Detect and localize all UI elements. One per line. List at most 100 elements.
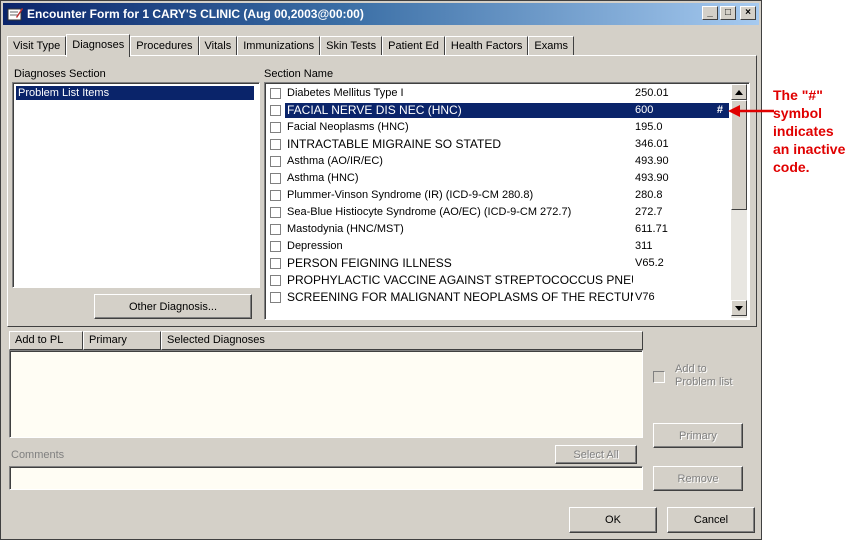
- remove-button[interactable]: Remove: [653, 466, 743, 491]
- section-list-item[interactable]: Asthma (HNC) 493.90: [267, 170, 729, 187]
- section-name-label: Section Name: [264, 68, 334, 80]
- section-list-scrollbar[interactable]: [731, 84, 747, 318]
- section-item-name: Facial Neoplasms (HNC): [287, 121, 409, 133]
- row-checkbox[interactable]: [270, 88, 281, 99]
- section-item-code: 600: [635, 104, 654, 116]
- section-item-code-cell: 493.90: [633, 154, 729, 169]
- section-list-item[interactable]: Plummer-Vinson Syndrome (IR) (ICD-9-CM 2…: [267, 187, 729, 204]
- column-header-primary[interactable]: Primary: [83, 331, 161, 350]
- column-header-selected-diagnoses[interactable]: Selected Diagnoses: [161, 331, 643, 350]
- row-checkbox[interactable]: [270, 105, 281, 116]
- row-checkbox[interactable]: [270, 173, 281, 184]
- minimize-button[interactable]: _: [702, 6, 718, 20]
- section-item-name: Mastodynia (HNC/MST): [287, 223, 404, 235]
- section-list-item[interactable]: FACIAL NERVE DIS NEC (HNC) 600 #: [267, 102, 729, 119]
- column-header-add-to-pl[interactable]: Add to PL: [9, 331, 83, 350]
- add-to-label-line1: Add to: [675, 363, 707, 375]
- section-item-code-cell: 272.7: [633, 205, 729, 220]
- primary-button[interactable]: Primary: [653, 423, 743, 448]
- section-list-item[interactable]: Asthma (AO/IR/EC) 493.90: [267, 153, 729, 170]
- section-item-name: Asthma (AO/IR/EC): [287, 155, 383, 167]
- section-item-name: Diabetes Mellitus Type I: [287, 87, 404, 99]
- section-name-list[interactable]: Diabetes Mellitus Type I 250.01 FACIAL NER…: [264, 82, 750, 320]
- inactive-flag: [703, 120, 723, 135]
- section-item-name: PERSON FEIGNING ILLNESS: [287, 256, 452, 270]
- section-list-item[interactable]: Depression 311: [267, 238, 729, 255]
- section-item-code-cell: 493.90: [633, 171, 729, 186]
- diagnoses-section-list[interactable]: Problem List Items: [12, 82, 260, 288]
- other-diagnosis-button[interactable]: Other Diagnosis...: [94, 294, 252, 319]
- section-item-code: 346.01: [635, 138, 669, 150]
- close-button[interactable]: ×: [740, 6, 756, 20]
- section-list-item[interactable]: Sea-Blue Histiocyte Syndrome (AO/EC) (IC…: [267, 204, 729, 221]
- annotation-line: symbol: [773, 105, 823, 121]
- section-list-item[interactable]: PROPHYLACTIC VACCINE AGAINST STREPTOCOCC…: [267, 272, 729, 289]
- section-item-code: V65.2: [635, 257, 664, 269]
- section-list-item[interactable]: Diabetes Mellitus Type I 250.01: [267, 85, 729, 102]
- section-item-name: PROPHYLACTIC VACCINE AGAINST STREPTOCOCC…: [287, 273, 633, 287]
- row-checkbox[interactable]: [270, 156, 281, 167]
- row-checkbox[interactable]: [270, 207, 281, 218]
- scroll-up-button[interactable]: [731, 84, 747, 100]
- tab-exams[interactable]: Exams: [528, 36, 575, 56]
- row-checkbox[interactable]: [270, 292, 281, 303]
- inactive-flag: [703, 154, 723, 169]
- section-item-code-cell: 600 #: [633, 103, 729, 118]
- inactive-flag: [703, 273, 723, 288]
- inactive-flag: [703, 256, 723, 271]
- list-item-problem-list-items[interactable]: Problem List Items: [16, 86, 254, 100]
- tab-patient-ed[interactable]: Patient Ed: [382, 36, 445, 56]
- tab-procedures[interactable]: Procedures: [130, 36, 199, 56]
- annotation-line: indicates: [773, 123, 834, 139]
- title-bar[interactable]: Encounter Form for 1 CARY'S CLINIC (Aug …: [3, 3, 759, 25]
- section-list-item[interactable]: SCREENING FOR MALIGNANT NEOPLASMS OF THE…: [267, 289, 729, 306]
- section-list-item[interactable]: Facial Neoplasms (HNC) 195.0: [267, 119, 729, 136]
- section-list-item[interactable]: PERSON FEIGNING ILLNESS V65.2: [267, 255, 729, 272]
- row-checkbox[interactable]: [270, 258, 281, 269]
- row-checkbox[interactable]: [270, 275, 281, 286]
- comments-input[interactable]: [9, 466, 643, 490]
- annotation-line: an inactive: [773, 141, 846, 157]
- section-list-item[interactable]: INTRACTABLE MIGRAINE SO STATED 346.01: [267, 136, 729, 153]
- section-item-name: Asthma (HNC): [287, 172, 359, 184]
- section-item-name: Sea-Blue Histiocyte Syndrome (AO/EC) (IC…: [287, 206, 572, 218]
- select-all-button[interactable]: Select All: [555, 445, 637, 464]
- row-checkbox[interactable]: [270, 122, 281, 133]
- row-checkbox[interactable]: [270, 241, 281, 252]
- tab-skin-tests[interactable]: Skin Tests: [320, 36, 383, 56]
- section-item-code: 195.0: [635, 121, 663, 133]
- section-item-code-cell: 611.71: [633, 222, 729, 237]
- tab-visit-type[interactable]: Visit Type: [7, 36, 67, 56]
- scroll-down-button[interactable]: [731, 300, 747, 316]
- tab-vitals[interactable]: Vitals: [198, 36, 238, 56]
- arrow-down-icon: [735, 305, 743, 311]
- section-item-code-cell: 250.01: [633, 86, 729, 101]
- tab-diagnoses[interactable]: Diagnoses: [66, 34, 131, 57]
- cancel-button[interactable]: Cancel: [667, 507, 755, 533]
- section-item-code-cell: 280.8: [633, 188, 729, 203]
- window-title: Encounter Form for 1 CARY'S CLINIC (Aug …: [27, 7, 364, 21]
- section-item-code-cell: V76: [633, 290, 729, 305]
- inactive-code-annotation: The "#" symbol indicates an inactive cod…: [773, 86, 863, 176]
- tab-health-factors[interactable]: Health Factors: [444, 36, 529, 56]
- annotation-line: The "#": [773, 87, 823, 103]
- add-to-problem-list-checkbox[interactable]: [653, 371, 667, 385]
- section-item-name: Depression: [287, 240, 343, 252]
- section-item-code-cell: 346.01: [633, 137, 729, 152]
- selected-diagnoses-grid[interactable]: [9, 350, 643, 438]
- section-list-item[interactable]: Mastodynia (HNC/MST) 611.71: [267, 221, 729, 238]
- tab-immunizations[interactable]: Immunizations: [237, 36, 321, 56]
- row-checkbox[interactable]: [270, 139, 281, 150]
- section-item-code: V76: [635, 291, 655, 303]
- section-item-name: FACIAL NERVE DIS NEC (HNC): [285, 103, 633, 118]
- inactive-flag: [703, 205, 723, 220]
- row-checkbox[interactable]: [270, 224, 281, 235]
- tab-strip: Visit Type Diagnoses Procedures Vitals I…: [7, 34, 575, 57]
- row-checkbox[interactable]: [270, 190, 281, 201]
- section-item-code: [633, 273, 703, 288]
- inactive-flag: [703, 222, 723, 237]
- maximize-button[interactable]: □: [720, 6, 736, 20]
- section-item-code-cell: [633, 273, 729, 288]
- ok-button[interactable]: OK: [569, 507, 657, 533]
- section-item-name: Plummer-Vinson Syndrome (IR) (ICD-9-CM 2…: [287, 189, 534, 201]
